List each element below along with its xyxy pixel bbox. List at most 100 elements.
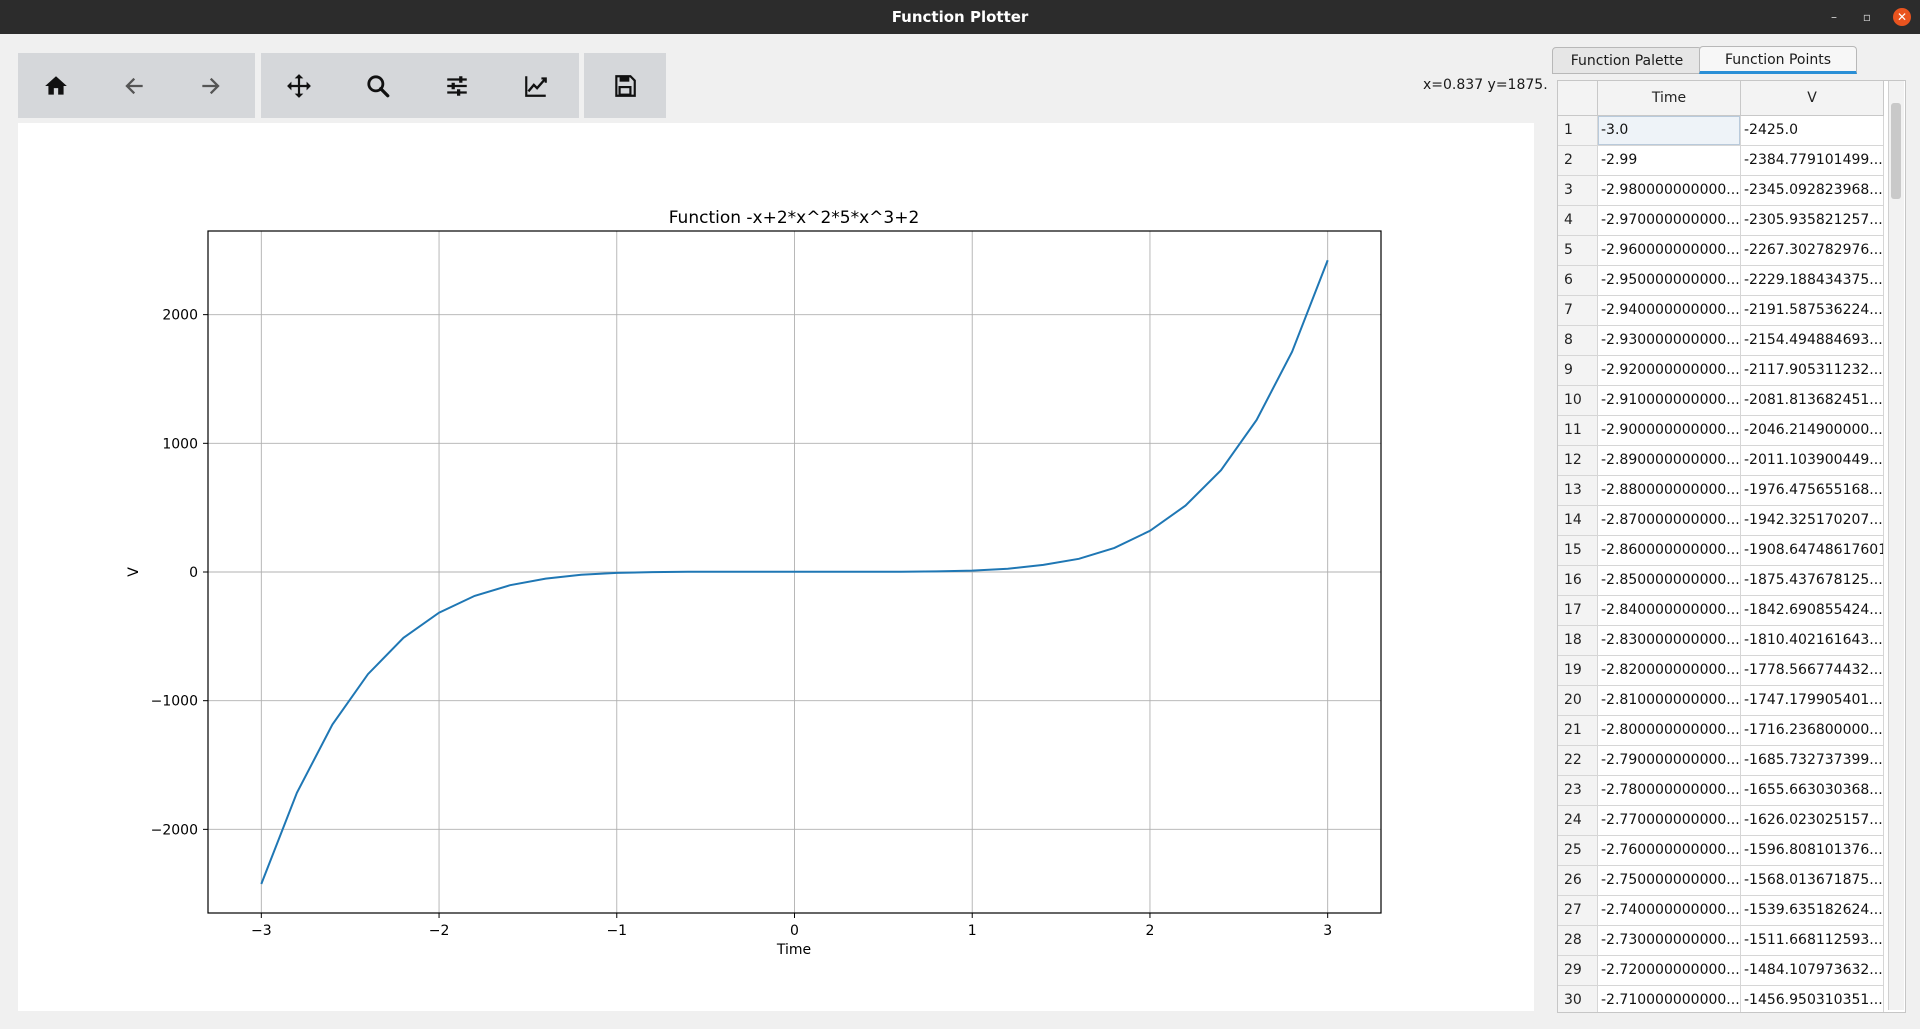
cell-time[interactable]: -2.800000000000... (1598, 716, 1741, 746)
edit-axes-button[interactable] (506, 53, 566, 118)
row-index[interactable]: 4 (1558, 206, 1598, 236)
configure-subplots-button[interactable] (427, 53, 487, 118)
cell-time[interactable]: -2.860000000000... (1598, 536, 1741, 566)
cell-time[interactable]: -2.770000000000... (1598, 806, 1741, 836)
cell-time[interactable]: -2.720000000000... (1598, 956, 1741, 986)
cell-time[interactable]: -2.750000000000... (1598, 866, 1741, 896)
row-index[interactable]: 16 (1558, 566, 1598, 596)
cell-time[interactable]: -2.950000000000... (1598, 266, 1741, 296)
cell-v[interactable]: -1810.402161643... (1741, 626, 1884, 656)
cell-time[interactable]: -2.960000000000... (1598, 236, 1741, 266)
cell-v[interactable]: -2011.103900449... (1741, 446, 1884, 476)
table-row[interactable]: 2 -2.99 -2384.779101499... (1558, 146, 1888, 176)
row-index[interactable]: 6 (1558, 266, 1598, 296)
table-row[interactable]: 9 -2.920000000000... -2117.905311232... (1558, 356, 1888, 386)
cell-time[interactable]: -2.780000000000... (1598, 776, 1741, 806)
cell-time[interactable]: -2.970000000000... (1598, 206, 1741, 236)
cell-v[interactable]: -1976.475655168... (1741, 476, 1884, 506)
cell-v[interactable]: -1568.013671875... (1741, 866, 1884, 896)
table-row[interactable]: 10 -2.910000000000... -2081.813682451... (1558, 386, 1888, 416)
row-index[interactable]: 2 (1558, 146, 1598, 176)
cell-time[interactable]: -2.930000000000... (1598, 326, 1741, 356)
row-index[interactable]: 1 (1558, 116, 1598, 146)
table-row[interactable]: 24 -2.770000000000... -1626.023025157... (1558, 806, 1888, 836)
forward-button[interactable] (181, 53, 241, 118)
cell-v[interactable]: -1778.566774432... (1741, 656, 1884, 686)
table-row[interactable]: 18 -2.830000000000... -1810.402161643... (1558, 626, 1888, 656)
cell-v[interactable]: -2345.092823968... (1741, 176, 1884, 206)
tab-function-palette[interactable]: Function Palette (1552, 47, 1702, 74)
table-row[interactable]: 13 -2.880000000000... -1976.475655168... (1558, 476, 1888, 506)
table-row[interactable]: 3 -2.980000000000... -2345.092823968... (1558, 176, 1888, 206)
minimize-button[interactable]: – (1826, 9, 1842, 25)
plot-canvas[interactable]: −3 −2 −1 0 1 2 3 −2000 −1000 0 1000 2000 Function … (18, 123, 1534, 1011)
cell-v[interactable]: -1484.107973632... (1741, 956, 1884, 986)
cell-v[interactable]: -2267.302782976... (1741, 236, 1884, 266)
cell-time[interactable]: -2.920000000000... (1598, 356, 1741, 386)
table-row[interactable]: 26 -2.750000000000... -1568.013671875... (1558, 866, 1888, 896)
cell-v[interactable]: -1842.690855424... (1741, 596, 1884, 626)
row-index[interactable]: 9 (1558, 356, 1598, 386)
corner-header[interactable] (1558, 81, 1598, 116)
close-button[interactable]: ✕ (1893, 8, 1911, 26)
table-row[interactable]: 23 -2.780000000000... -1655.663030368... (1558, 776, 1888, 806)
table-row[interactable]: 25 -2.760000000000... -1596.808101376... (1558, 836, 1888, 866)
cell-v[interactable]: -2154.494884693... (1741, 326, 1884, 356)
cell-v[interactable]: -1456.950310351... (1741, 986, 1884, 1012)
table-row[interactable]: 12 -2.890000000000... -2011.103900449... (1558, 446, 1888, 476)
cell-v[interactable]: -1596.808101376... (1741, 836, 1884, 866)
cell-v[interactable]: -1716.236800000... (1741, 716, 1884, 746)
table-row[interactable]: 4 -2.970000000000... -2305.935821257... (1558, 206, 1888, 236)
table-row[interactable]: 27 -2.740000000000... -1539.635182624... (1558, 896, 1888, 926)
row-index[interactable]: 14 (1558, 506, 1598, 536)
cell-time[interactable]: -2.890000000000... (1598, 446, 1741, 476)
scroll-down-arrow[interactable] (1889, 992, 1904, 1010)
table-row[interactable]: 28 -2.730000000000... -1511.668112593... (1558, 926, 1888, 956)
cell-time[interactable]: -2.730000000000... (1598, 926, 1741, 956)
cell-time[interactable]: -2.850000000000... (1598, 566, 1741, 596)
table-row[interactable]: 19 -2.820000000000... -1778.566774432... (1558, 656, 1888, 686)
table-row[interactable]: 7 -2.940000000000... -2191.587536224... (1558, 296, 1888, 326)
cell-v[interactable]: -2229.188434375... (1741, 266, 1884, 296)
cell-time[interactable]: -3.0 (1598, 116, 1741, 146)
row-index[interactable]: 10 (1558, 386, 1598, 416)
cell-time[interactable]: -2.830000000000... (1598, 626, 1741, 656)
row-index[interactable]: 7 (1558, 296, 1598, 326)
table-row[interactable]: 30 -2.710000000000... -1456.950310351... (1558, 986, 1888, 1012)
cell-time[interactable]: -2.740000000000... (1598, 896, 1741, 926)
cell-v[interactable]: -1747.179905401... (1741, 686, 1884, 716)
table-row[interactable]: 6 -2.950000000000... -2229.188434375... (1558, 266, 1888, 296)
row-index[interactable]: 25 (1558, 836, 1598, 866)
pan-button[interactable] (269, 53, 329, 118)
row-index[interactable]: 28 (1558, 926, 1598, 956)
row-index[interactable]: 20 (1558, 686, 1598, 716)
row-index[interactable]: 13 (1558, 476, 1598, 506)
row-index[interactable]: 11 (1558, 416, 1598, 446)
cell-v[interactable]: -2046.214900000... (1741, 416, 1884, 446)
table-row[interactable]: 17 -2.840000000000... -1842.690855424... (1558, 596, 1888, 626)
cell-time[interactable]: -2.880000000000... (1598, 476, 1741, 506)
maximize-button[interactable]: ▫ (1859, 9, 1875, 25)
cell-v[interactable]: -2081.813682451... (1741, 386, 1884, 416)
cell-v[interactable]: -2305.935821257... (1741, 206, 1884, 236)
table-row[interactable]: 5 -2.960000000000... -2267.302782976... (1558, 236, 1888, 266)
row-index[interactable]: 18 (1558, 626, 1598, 656)
table-row[interactable]: 8 -2.930000000000... -2154.494884693... (1558, 326, 1888, 356)
row-index[interactable]: 21 (1558, 716, 1598, 746)
cell-time[interactable]: -2.840000000000... (1598, 596, 1741, 626)
cell-v[interactable]: -1655.663030368... (1741, 776, 1884, 806)
table-row[interactable]: 11 -2.900000000000... -2046.214900000... (1558, 416, 1888, 446)
cell-time[interactable]: -2.980000000000... (1598, 176, 1741, 206)
row-index[interactable]: 19 (1558, 656, 1598, 686)
cell-v[interactable]: -1942.325170207... (1741, 506, 1884, 536)
tab-function-points[interactable]: Function Points (1699, 46, 1857, 74)
back-button[interactable] (104, 53, 164, 118)
home-button[interactable] (26, 53, 86, 118)
row-index[interactable]: 26 (1558, 866, 1598, 896)
cell-v[interactable]: -2384.779101499... (1741, 146, 1884, 176)
table-row[interactable]: 20 -2.810000000000... -1747.179905401... (1558, 686, 1888, 716)
cell-v[interactable]: -2117.905311232... (1741, 356, 1884, 386)
row-index[interactable]: 24 (1558, 806, 1598, 836)
cell-time[interactable]: -2.910000000000... (1598, 386, 1741, 416)
cell-v[interactable]: -1908.64748617601 (1741, 536, 1884, 566)
